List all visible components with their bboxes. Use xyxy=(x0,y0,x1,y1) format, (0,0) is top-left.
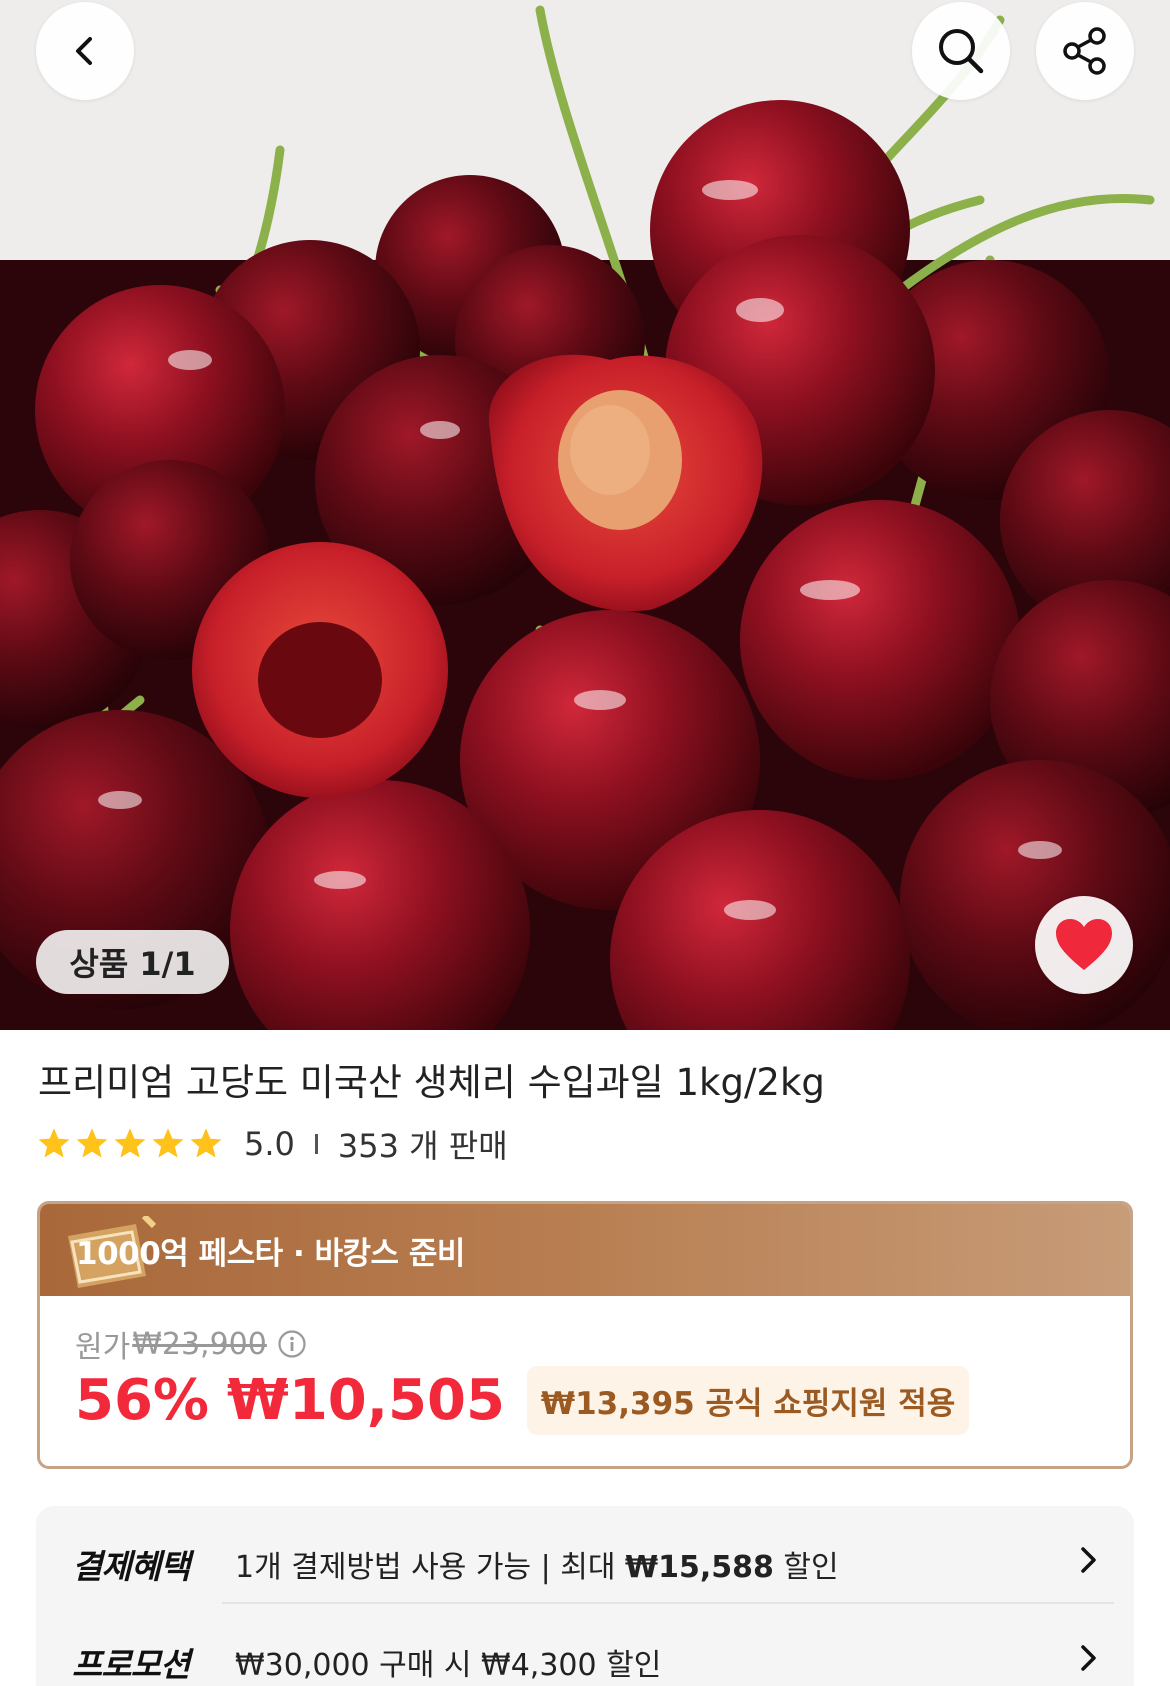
chevron-left-icon xyxy=(76,37,92,65)
original-price-row: 원가 ₩23,900 xyxy=(75,1322,307,1366)
star-icon xyxy=(76,1128,108,1158)
promotion-row[interactable]: 프로모션 ₩30,000 구매 시 ₩4,300 할인 xyxy=(72,1638,1102,1686)
star-icon xyxy=(190,1128,222,1158)
payment-benefit-label: 결제혜택 xyxy=(72,1547,190,1586)
promo-banner[interactable]: 1000억 페스타 · 바캉스 준비 xyxy=(40,1204,1130,1296)
shopping-support-badge[interactable]: ₩13,395 공식 쇼핑지원 적용 xyxy=(526,1366,970,1435)
sale-price: ₩10,505 xyxy=(227,1368,505,1433)
product-image[interactable]: 상품 1/1 xyxy=(0,0,1170,1030)
chevron-right-icon xyxy=(1081,1645,1096,1671)
wishlist-button[interactable] xyxy=(1035,896,1133,994)
divider xyxy=(222,1602,1114,1604)
promotion-label: 프로모션 xyxy=(72,1645,190,1684)
info-icon[interactable] xyxy=(277,1329,307,1359)
benefits-card: 결제혜택 1개 결제방법 사용 가능 | 최대 ₩15,588 할인 프로모션 … xyxy=(36,1506,1134,1686)
back-button[interactable] xyxy=(36,2,134,100)
discount-percent: 56% xyxy=(75,1368,210,1433)
payment-benefit-text: 1개 결제방법 사용 가능 | 최대 ₩15,588 할인 xyxy=(235,1550,839,1585)
price-box: 1000억 페스타 · 바캉스 준비 원가 ₩23,900 56% ₩10,50… xyxy=(37,1201,1133,1469)
original-price: ₩23,900 xyxy=(132,1326,267,1362)
divider xyxy=(314,1134,318,1154)
product-title: 프리미엄 고당도 미국산 생체리 수입과일 1kg/2kg xyxy=(38,1061,825,1104)
rating-row[interactable]: 5.0 353 개 판매 xyxy=(36,1122,508,1166)
rating-stars xyxy=(36,1126,224,1162)
chevron-right-icon xyxy=(1081,1547,1096,1573)
search-icon xyxy=(939,29,984,74)
star-icon xyxy=(114,1128,146,1158)
share-button[interactable] xyxy=(1036,2,1134,100)
payment-benefit-row[interactable]: 결제혜택 1개 결제방법 사용 가능 | 최대 ₩15,588 할인 xyxy=(72,1540,1102,1588)
rating-value: 5.0 xyxy=(244,1125,295,1163)
promotion-text: ₩30,000 구매 시 ₩4,300 할인 xyxy=(235,1648,662,1683)
promo-title: 1000억 페스타 · 바캉스 준비 xyxy=(76,1235,465,1272)
star-icon xyxy=(152,1128,184,1158)
original-price-label: 원가 xyxy=(75,1330,131,1365)
sale-price-row: 56% ₩10,505 ₩13,395 공식 쇼핑지원 적용 xyxy=(75,1366,970,1435)
cherries-photo xyxy=(0,0,1170,1030)
star-icon xyxy=(38,1128,70,1158)
image-counter: 상품 1/1 xyxy=(36,930,229,994)
share-icon xyxy=(1063,27,1106,75)
search-button[interactable] xyxy=(912,2,1010,100)
heart-icon xyxy=(1056,919,1112,970)
sold-count: 353 개 판매 xyxy=(337,1127,508,1165)
